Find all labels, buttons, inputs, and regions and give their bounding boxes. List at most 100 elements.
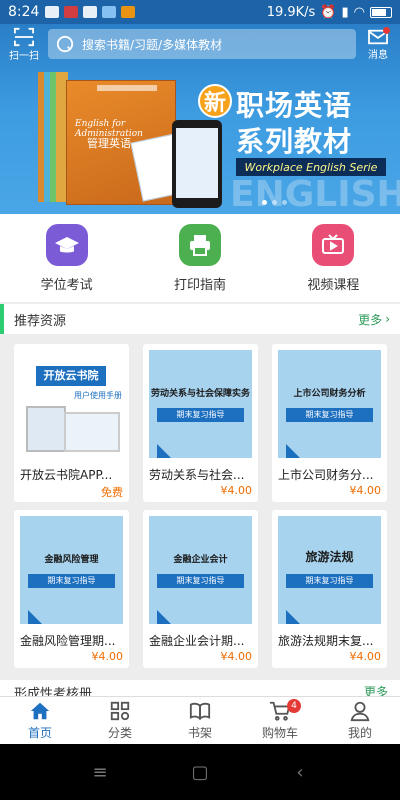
resource-cover: 上市公司财务分析 期末复习指导 xyxy=(278,350,381,458)
cloud-notification-icon xyxy=(102,6,117,18)
graduation-cap-icon xyxy=(45,224,88,266)
home-icon xyxy=(30,702,50,720)
resource-card[interactable]: 上市公司财务分析 期末复习指导 上市公司财务分... ¥4.00 xyxy=(272,344,387,502)
banner-title-line1: 职场英语 xyxy=(236,89,353,122)
status-time: 8:24 xyxy=(8,4,40,20)
new-badge: 新 xyxy=(198,84,232,118)
more-link[interactable]: 更多 xyxy=(364,683,388,696)
message-button[interactable]: 消息 xyxy=(356,26,400,61)
carousel-indicator xyxy=(262,200,287,205)
cover-subtitle: 期末复习指导 xyxy=(157,574,244,588)
cover-title: 上市公司财务分析 xyxy=(293,389,366,399)
banner-carousel[interactable]: 扫一扫 搜索书籍/习题/多媒体教材 消息 English for Adminis… xyxy=(0,24,400,214)
tab-home[interactable]: 首页 xyxy=(0,697,80,744)
resource-title: 开放云书院APP... xyxy=(20,468,113,482)
recommended-section-header: 推荐资源 更多 › xyxy=(0,304,400,334)
section-title: 推荐资源 xyxy=(14,313,67,329)
signal-icon: ▮ xyxy=(341,4,349,20)
grid-icon xyxy=(110,701,130,721)
quick-nav-label: 打印指南 xyxy=(173,278,226,293)
more-link[interactable]: 更多 › xyxy=(358,311,390,328)
resource-price: ¥4.00 xyxy=(220,484,253,497)
tab-cart[interactable]: 4 购物车 xyxy=(240,697,320,744)
resource-card[interactable]: 开放云书院 用户使用手册 开放云书院APP... 免费 xyxy=(14,344,129,502)
scan-label: 扫一扫 xyxy=(9,50,39,62)
cover-subtitle: 用户使用手册 xyxy=(74,391,122,400)
quick-nav-degree-exam[interactable]: 学位考试 xyxy=(0,214,133,302)
header-bar: 扫一扫 搜索书籍/习题/多媒体教材 消息 xyxy=(0,26,400,62)
quick-nav-video-course[interactable]: 视频课程 xyxy=(267,214,400,302)
tab-label: 我的 xyxy=(347,726,372,740)
more-label: 更多 xyxy=(358,312,383,327)
sim-icon xyxy=(45,6,60,18)
tv-icon xyxy=(312,224,355,266)
search-placeholder: 搜索书籍/习题/多媒体教材 xyxy=(82,37,223,52)
tab-label: 分类 xyxy=(107,726,132,740)
cover-subtitle: 期末复习指导 xyxy=(286,574,373,588)
assessment-section-header: 形成性考核册 更多 xyxy=(0,680,400,696)
tab-profile[interactable]: 我的 xyxy=(320,697,400,744)
tab-label: 首页 xyxy=(27,726,52,740)
resource-title: 上市公司财务分... xyxy=(278,468,374,482)
chevron-right-icon: › xyxy=(385,312,390,326)
resource-card[interactable]: 旅游法规 期末复习指导 旅游法规期末复... ¥4.00 xyxy=(272,510,387,668)
alarm-icon: ⏰ xyxy=(320,4,337,20)
search-input[interactable]: 搜索书籍/习题/多媒体教材 xyxy=(48,29,356,59)
resource-card[interactable]: 金融企业会计 期末复习指导 金融企业会计期... ¥4.00 xyxy=(143,510,258,668)
tab-label: 购物车 xyxy=(261,726,298,740)
tab-bookshelf[interactable]: 书架 xyxy=(160,697,240,744)
quick-nav-label: 视频课程 xyxy=(307,278,360,293)
message-label: 消息 xyxy=(368,49,388,61)
resource-price: ¥4.00 xyxy=(349,484,382,497)
scan-button[interactable]: 扫一扫 xyxy=(0,27,48,62)
resource-cover: 旅游法规 期末复习指导 xyxy=(278,516,381,624)
banner-title-line2: 系列教材 xyxy=(236,125,353,158)
app-screen: 8:24 19.9K/s ⏰ ▮ ◠ 扫一扫 搜索书籍/习题/多媒体教材 消息 … xyxy=(0,0,400,800)
resource-title: 金融风险管理期... xyxy=(20,634,116,648)
resource-title: 劳动关系与社会... xyxy=(149,468,245,482)
book-title-cn: 管理英语 xyxy=(87,137,131,150)
cover-title: 开放云书院 xyxy=(36,366,106,386)
wifi-icon: ◠ xyxy=(353,4,365,20)
quick-nav: 学位考试 打印指南 视频课程 xyxy=(0,214,400,302)
user-icon xyxy=(350,701,370,722)
menu-icon[interactable]: ≡ xyxy=(85,762,115,783)
status-bar: 8:24 19.9K/s ⏰ ▮ ◠ xyxy=(0,0,400,24)
banner-watermark: ENGLISH xyxy=(230,174,400,214)
cover-title: 金融企业会计 xyxy=(173,555,228,565)
resource-card[interactable]: 劳动关系与社会保障实务 期末复习指导 劳动关系与社会... ¥4.00 xyxy=(143,344,258,502)
quick-nav-label: 学位考试 xyxy=(40,278,93,293)
tab-label: 书架 xyxy=(187,726,212,740)
printer-icon xyxy=(178,224,221,266)
resource-price: 免费 xyxy=(101,486,123,499)
cover-title: 金融风险管理 xyxy=(44,555,99,565)
scan-icon xyxy=(13,27,34,46)
resource-title: 旅游法规期末复... xyxy=(278,634,374,648)
system-nav-bar: ≡ ▢ ‹ xyxy=(0,744,400,800)
resource-price: ¥4.00 xyxy=(220,650,253,663)
cover-subtitle: 期末复习指导 xyxy=(157,408,244,422)
resource-price: ¥4.00 xyxy=(91,650,124,663)
notification-icon xyxy=(83,6,98,18)
phone-image xyxy=(172,120,222,208)
back-icon[interactable]: ‹ xyxy=(285,762,315,783)
resource-card[interactable]: 金融风险管理 期末复习指导 金融风险管理期... ¥4.00 xyxy=(14,510,129,668)
resource-cover: 金融风险管理 期末复习指导 xyxy=(20,516,123,624)
resource-cover: 金融企业会计 期末复习指导 xyxy=(149,516,252,624)
resource-price: ¥4.00 xyxy=(349,650,382,663)
resource-cover: 开放云书院 用户使用手册 xyxy=(20,350,123,458)
quick-nav-print-guide[interactable]: 打印指南 xyxy=(133,214,266,302)
notification-icons xyxy=(45,6,136,18)
cart-count-badge: 4 xyxy=(287,699,301,713)
resource-title: 金融企业会计期... xyxy=(149,634,245,648)
cover-subtitle: 期末复习指导 xyxy=(28,574,115,588)
network-speed: 19.9K/s xyxy=(266,4,316,20)
cover-title: 旅游法规 xyxy=(305,550,354,564)
resource-cover: 劳动关系与社会保障实务 期末复习指导 xyxy=(149,350,252,458)
bottom-tab-bar: 首页 分类 书架 4 购物车 我的 xyxy=(0,696,400,744)
battery-icon xyxy=(370,6,392,18)
tab-category[interactable]: 分类 xyxy=(80,697,160,744)
cover-title: 劳动关系与社会保障实务 xyxy=(150,389,250,399)
home-button-icon[interactable]: ▢ xyxy=(185,762,215,783)
resource-grid: 开放云书院 用户使用手册 开放云书院APP... 免费 劳动关系与社会保障实务 … xyxy=(0,334,400,680)
